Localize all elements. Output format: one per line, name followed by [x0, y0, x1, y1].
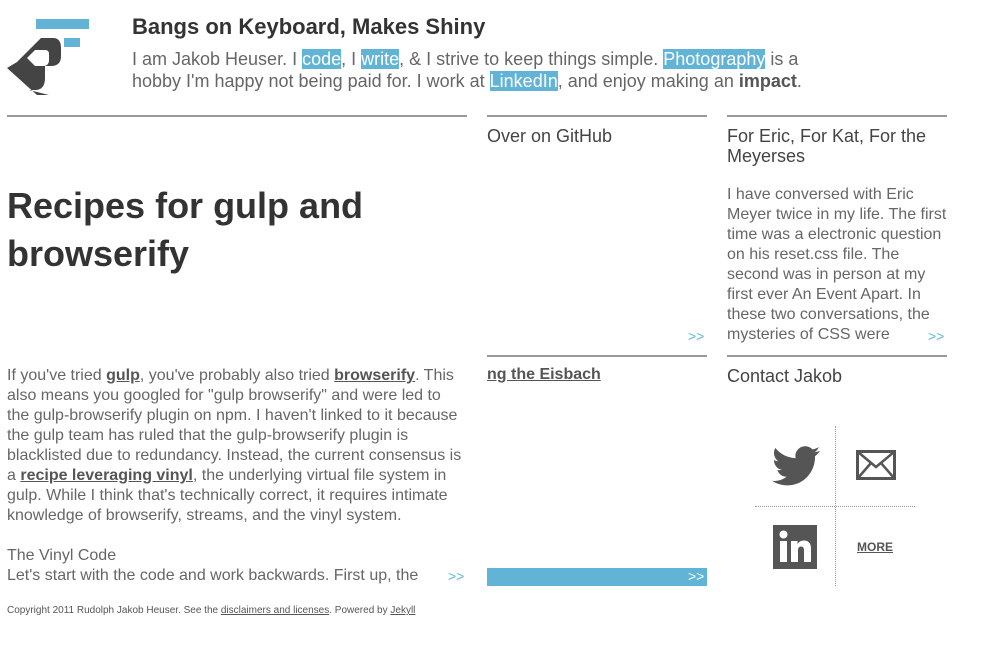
post-divider [7, 115, 467, 117]
eric-excerpt: I have conversed with Eric Meyer twice i… [727, 186, 947, 343]
write-link[interactable]: write [361, 49, 400, 69]
contact-divider [727, 355, 947, 357]
code-link[interactable]: code [302, 49, 342, 69]
footer: Copyright 2011 Rudolph Jakob Heuser. See… [7, 605, 416, 616]
contact-heading: Contact Jakob [727, 366, 843, 386]
github-divider [487, 115, 707, 117]
jekyll-link[interactable]: Jekyll [390, 605, 415, 616]
eisbach-more-link[interactable]: >> [688, 568, 704, 584]
impact-text: impact [738, 71, 797, 91]
eric-heading[interactable]: For Eric, For Kat, For the Meyerses [727, 126, 949, 166]
site-logo[interactable] [7, 18, 91, 96]
linkedin-icon [773, 525, 817, 569]
post-subheading: The Vinyl Code [7, 547, 117, 564]
github-heading[interactable]: Over on GitHub [487, 126, 612, 146]
browserify-link[interactable]: browserify [334, 367, 415, 384]
gulp-link[interactable]: gulp [106, 367, 140, 384]
contact-more-link[interactable]: MORE [857, 540, 893, 554]
eisbach-divider [487, 355, 707, 357]
site-title[interactable]: Bangs on Keyboard, Makes Shiny [132, 14, 485, 40]
github-more-link[interactable]: >> [688, 328, 704, 344]
post-excerpt: If you've tried gulp, you've probably al… [7, 367, 462, 584]
email-link[interactable] [856, 450, 896, 485]
email-icon [856, 450, 896, 480]
logo-icon [7, 19, 89, 95]
twitter-icon [772, 446, 820, 486]
twitter-link[interactable] [770, 446, 822, 491]
linkedin-profile-link[interactable] [773, 525, 817, 574]
recipe-link[interactable]: recipe leveraging vinyl [20, 467, 193, 484]
eric-divider [727, 115, 947, 117]
linkedin-link[interactable]: LinkedIn [489, 71, 558, 91]
disclaimers-link[interactable]: disclaimers and licenses [221, 605, 329, 616]
intro-text: I am Jakob Heuser. I code, I write, & I … [132, 49, 802, 91]
eisbach-photo[interactable] [487, 568, 707, 586]
eric-more-link[interactable]: >> [928, 328, 944, 344]
eisbach-link[interactable]: ng the Eisbach [487, 366, 601, 383]
post-title[interactable]: Recipes for gulp and browserify [7, 182, 447, 278]
photography-link[interactable]: Photography [663, 49, 766, 69]
eisbach-heading: ng the Eisbach [487, 366, 707, 388]
post-more-link[interactable]: >> [448, 568, 464, 584]
contact-grid-horizontal [755, 506, 915, 507]
